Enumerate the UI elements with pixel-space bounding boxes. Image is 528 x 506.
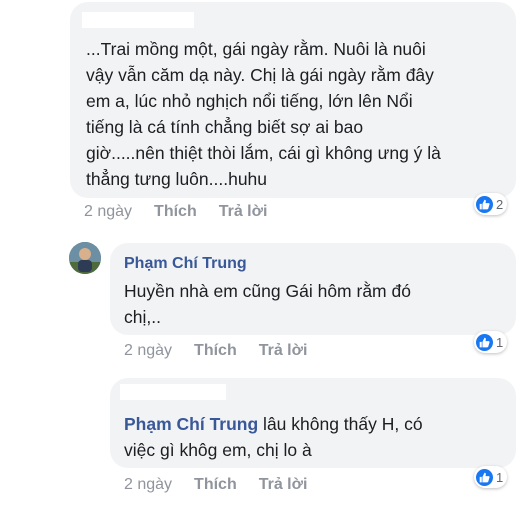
comment-actions: 2 ngày Thích Trả lời xyxy=(124,476,307,494)
comment-line: ...Trai mồng một, gái ngày rằm. Nuôi là … xyxy=(86,39,426,59)
comment-text: Phạm Chí Trung lâu không thấy H, có việc… xyxy=(124,411,423,463)
timestamp[interactable]: 2 ngày xyxy=(124,476,172,494)
reaction-number: 1 xyxy=(496,469,504,485)
comment-line-text: lâu không thấy H, có xyxy=(258,414,423,434)
like-button[interactable]: Thích xyxy=(194,476,237,494)
comment-line: em a, lúc nhỏ nghịch nổi tiếng, lớn lên … xyxy=(86,91,413,111)
author-name[interactable]: Phạm Chí Trung xyxy=(124,414,258,434)
redacted-name xyxy=(120,384,226,400)
timestamp[interactable]: 2 ngày xyxy=(124,342,172,360)
like-button[interactable]: Thích xyxy=(154,203,197,221)
comment-line: việc gì khôg em, chị lo à xyxy=(124,440,312,460)
comment-line: tiếng là cá tính chẳng biết sợ ai bao xyxy=(86,117,364,137)
reply-button[interactable]: Trả lời xyxy=(259,476,308,494)
comment-line: vậy vẫn căm dạ này. Chị là gái ngày rằm … xyxy=(86,65,434,85)
like-icon xyxy=(476,333,493,351)
like-button[interactable]: Thích xyxy=(194,342,237,360)
reaction-count[interactable]: 1 xyxy=(474,331,508,353)
comment-line: Phạm Chí Trung lâu không thấy H, có xyxy=(124,411,423,437)
comment-line: Huyền nhà em cũng Gái hôm rằm đó xyxy=(124,281,411,301)
reaction-number: 2 xyxy=(496,196,504,212)
comment-actions: 2 ngày Thích Trả lời xyxy=(124,342,307,360)
comment-text: Huyền nhà em cũng Gái hôm rằm đó chị,.. xyxy=(124,278,411,330)
author-name[interactable]: Phạm Chí Trung xyxy=(124,255,247,273)
reaction-count[interactable]: 1 xyxy=(474,466,508,488)
like-icon xyxy=(476,195,493,213)
reply-button[interactable]: Trả lời xyxy=(219,203,268,221)
comment-line: giờ.....nên thiệt thòi lắm, cái gì không… xyxy=(86,143,441,163)
avatar[interactable] xyxy=(69,242,101,274)
comment-text: ...Trai mồng một, gái ngày rằm. Nuôi là … xyxy=(86,36,441,192)
comment-bubble-2: Phạm Chí Trung Huyền nhà em cũng Gái hôm… xyxy=(110,243,516,335)
like-icon xyxy=(476,468,493,486)
comment-actions: 2 ngày Thích Trả lời xyxy=(84,203,267,221)
comment-bubble-3: Phạm Chí Trung lâu không thấy H, có việc… xyxy=(110,378,516,468)
reaction-number: 1 xyxy=(496,334,504,350)
comment-line: chị,.. xyxy=(124,307,161,327)
comment-line: thẳng tưng luôn....huhu xyxy=(86,169,268,189)
timestamp[interactable]: 2 ngày xyxy=(84,203,132,221)
reply-button[interactable]: Trả lời xyxy=(259,342,308,360)
redacted-name xyxy=(82,12,194,28)
reaction-count[interactable]: 2 xyxy=(474,193,508,215)
comment-bubble-1: ...Trai mồng một, gái ngày rằm. Nuôi là … xyxy=(70,2,516,198)
